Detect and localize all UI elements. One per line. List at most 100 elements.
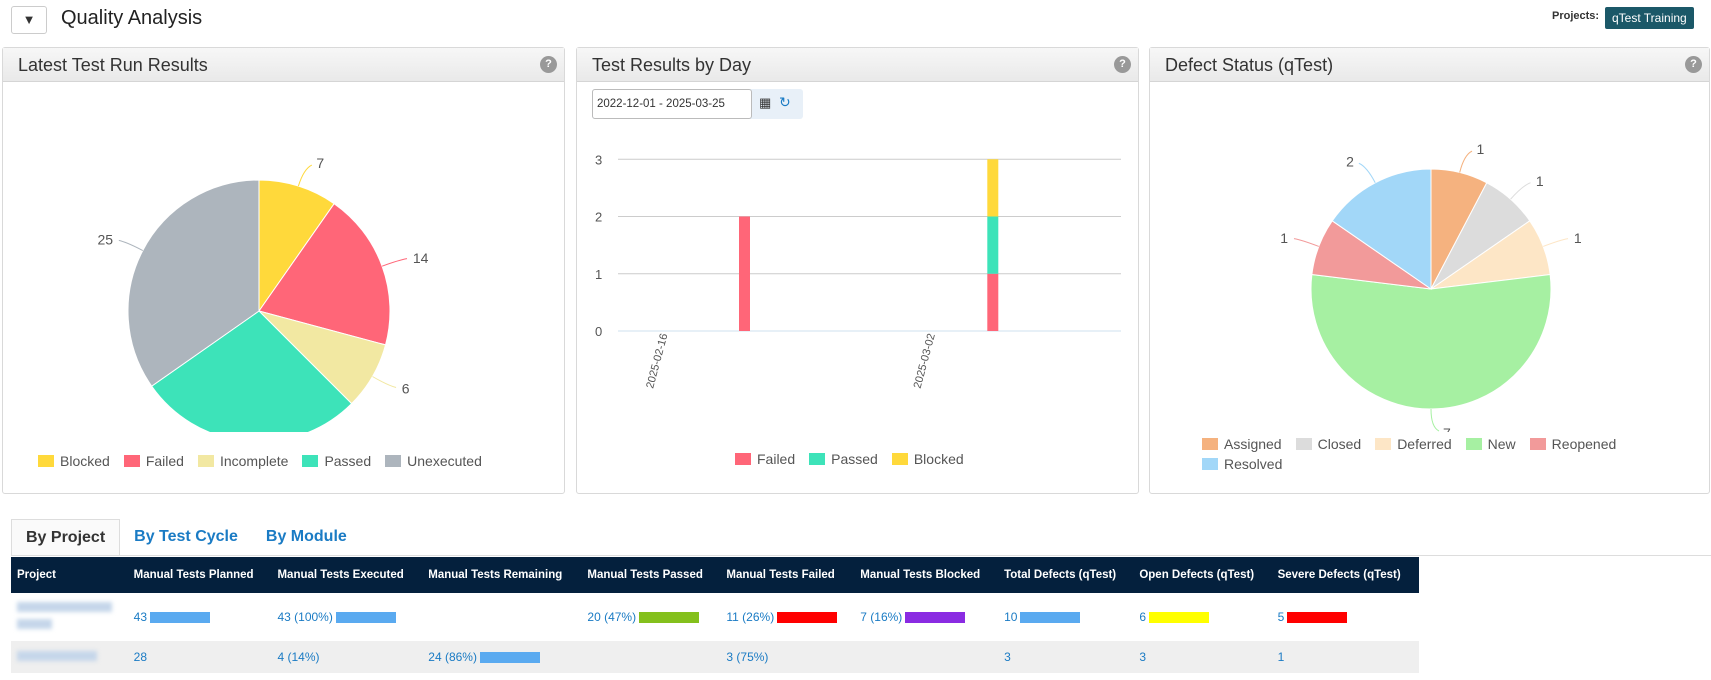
test-results-bar-chart: 012342025-02-162025-03-02 [595, 152, 1121, 390]
date-range-picker: 2022-12-01 - 2025-03-25 ▦ ↻ [592, 89, 803, 119]
leader-line [1459, 150, 1473, 173]
leader-line [297, 164, 313, 187]
legend-item-unexecuted[interactable]: Unexecuted [385, 453, 482, 469]
legend-item-deferred[interactable]: Deferred [1375, 436, 1452, 452]
leader-line [1293, 238, 1319, 247]
bar-blocked[interactable] [987, 159, 999, 217]
column-header[interactable]: Manual Tests Blocked [854, 557, 999, 593]
cell-value[interactable]: 28 [134, 650, 147, 664]
filter-icon: ▼ [22, 12, 36, 27]
column-header[interactable]: Manual Tests Passed [581, 557, 721, 593]
slice-label: 1 [1574, 230, 1582, 246]
bar-failed[interactable] [739, 216, 750, 332]
bar-failed[interactable] [987, 273, 999, 331]
legend-item-incomplete[interactable]: Incomplete [197, 453, 288, 469]
table-cell[interactable]: 3 (75%) [720, 641, 855, 673]
table-row: 28 4 (14%) 24 (86%) 3 (75%) 3 3 1 [11, 641, 1419, 673]
column-header[interactable]: Manual Tests Planned [127, 557, 272, 593]
table-cell[interactable]: 28 [127, 641, 272, 673]
tab-by-project[interactable]: By Project [11, 519, 121, 555]
legend-label: Failed [145, 453, 184, 469]
legend-swatch [197, 455, 214, 467]
cell-value[interactable]: 4 (14%) [277, 650, 319, 664]
project-name-redacted[interactable] [17, 602, 112, 612]
table-cell[interactable]: 4 (14%) [271, 641, 423, 673]
legend-item-failed[interactable]: Failed [123, 453, 184, 469]
cell-value[interactable]: 3 (75%) [726, 650, 768, 664]
cell-value[interactable]: 11 (26%) [726, 610, 774, 624]
table-cell[interactable]: 3 [998, 641, 1134, 673]
legend-item-failed[interactable]: Failed [735, 451, 795, 467]
x-tick-label: 2025-02-16 [644, 332, 670, 389]
filter-button[interactable]: ▼ [11, 6, 47, 34]
date-range-input[interactable]: 2022-12-01 - 2025-03-25 [592, 89, 752, 119]
column-header[interactable]: Manual Tests Remaining [422, 557, 582, 593]
leader-line [1430, 408, 1440, 432]
table-cell[interactable]: 24 (86%) [422, 641, 582, 673]
legend-label: Blocked [60, 453, 110, 469]
tab-by-test-cycle[interactable]: By Test Cycle [120, 519, 252, 555]
legend-swatch [302, 455, 319, 467]
legend-label: Resolved [1224, 456, 1283, 472]
table-cell[interactable]: 1 [1271, 641, 1419, 673]
bar-passed[interactable] [987, 216, 999, 274]
y-tick-label: 3 [595, 152, 602, 167]
cell-value[interactable]: 43 (100%) [277, 610, 332, 624]
legend-label: Deferred [1397, 436, 1452, 452]
project-name-redacted[interactable] [17, 650, 97, 661]
slice-label: 25 [97, 231, 113, 247]
slice-label: 7 [1443, 425, 1451, 432]
help-icon[interactable]: ? [1114, 56, 1131, 73]
legend-item-blocked[interactable]: Blocked [891, 451, 964, 467]
legend-swatch [735, 453, 751, 465]
table-cell[interactable]: 3 [1133, 641, 1272, 673]
table-cell[interactable] [11, 641, 128, 673]
table-cell[interactable]: 43 [127, 593, 272, 641]
table-cell[interactable]: 6 [1133, 593, 1272, 641]
column-header[interactable]: Project [11, 557, 128, 593]
cell-value[interactable]: 5 [1278, 610, 1285, 624]
cell-value[interactable]: 43 [134, 610, 147, 624]
cell-value[interactable]: 10 [1004, 610, 1017, 624]
column-header[interactable]: Total Defects (qTest) [998, 557, 1134, 593]
table-cell[interactable]: 20 (47%) [581, 593, 721, 641]
column-header[interactable]: Manual Tests Executed [271, 557, 423, 593]
table-cell[interactable]: 11 (26%) [720, 593, 855, 641]
cell-value[interactable]: 24 (86%) [428, 650, 477, 664]
cell-value[interactable]: 6 [1139, 610, 1146, 624]
legend-item-new[interactable]: New [1465, 436, 1516, 452]
table-cell[interactable]: 10 [998, 593, 1134, 641]
refresh-icon[interactable]: ↻ [779, 94, 791, 111]
legend-item-assigned[interactable]: Assigned [1202, 436, 1282, 452]
table-cell[interactable]: 43 (100%) [271, 593, 423, 641]
legend-item-resolved[interactable]: Resolved [1202, 456, 1282, 472]
table-cell[interactable]: 5 [1271, 593, 1419, 641]
slice-label: 14 [413, 250, 429, 266]
pie-slice-new[interactable] [1310, 273, 1552, 410]
help-icon[interactable]: ? [1685, 56, 1702, 73]
column-header[interactable]: Severe Defects (qTest) [1271, 557, 1419, 593]
cell-value[interactable]: 20 (47%) [587, 610, 636, 624]
calendar-icon[interactable]: ▦ [759, 95, 771, 111]
legend-swatch [1375, 438, 1392, 450]
table-cell[interactable]: 7 (16%) [854, 593, 999, 641]
legend-item-closed[interactable]: Closed [1295, 436, 1361, 452]
legend-item-passed[interactable]: Passed [809, 451, 878, 467]
cell-value[interactable]: 3 [1139, 650, 1146, 664]
legend-swatch [1295, 438, 1312, 450]
cell-value[interactable]: 3 [1004, 650, 1011, 664]
column-header[interactable]: Manual Tests Failed [720, 557, 855, 593]
cell-value[interactable]: 1 [1278, 650, 1285, 664]
legend-item-reopened[interactable]: Reopened [1529, 436, 1616, 452]
column-header[interactable]: Open Defects (qTest) [1133, 557, 1272, 593]
table-cell[interactable] [11, 593, 128, 641]
legend-label: Assigned [1224, 436, 1282, 452]
test-results-by-day-panel: Test Results by Day? 2022-12-01 - 2025-0… [576, 47, 1139, 494]
project-badge[interactable]: qTest Training [1605, 7, 1694, 29]
tab-by-module[interactable]: By Module [252, 519, 361, 555]
help-icon[interactable]: ? [540, 56, 557, 73]
slice-label: 2 [1346, 153, 1354, 169]
legend-item-blocked[interactable]: Blocked [38, 453, 110, 469]
legend-item-passed[interactable]: Passed [302, 453, 371, 469]
cell-value[interactable]: 7 (16%) [860, 610, 902, 624]
